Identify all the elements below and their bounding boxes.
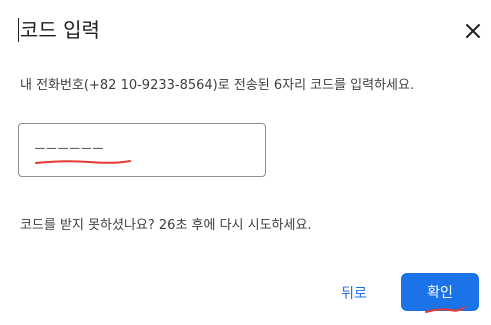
red-annotation-underline [35, 160, 131, 164]
back-button[interactable]: 뒤로 [330, 276, 378, 310]
resend-timer-text: 코드를 받지 못하셨나요? 26초 후에 다시 시도하세요. [20, 218, 312, 233]
close-icon [466, 24, 480, 38]
red-annotation-underline [425, 306, 465, 313]
instruction-text: 내 전화번호(+82 10-9233-8564)로 전송된 6자리 코드를 입력… [20, 78, 415, 93]
text-caret [18, 18, 19, 42]
code-placeholder: –––––– [35, 138, 105, 157]
close-button[interactable] [462, 20, 484, 42]
dialog-title: 코드 입력 [20, 18, 100, 42]
code-input[interactable]: –––––– [18, 123, 266, 177]
